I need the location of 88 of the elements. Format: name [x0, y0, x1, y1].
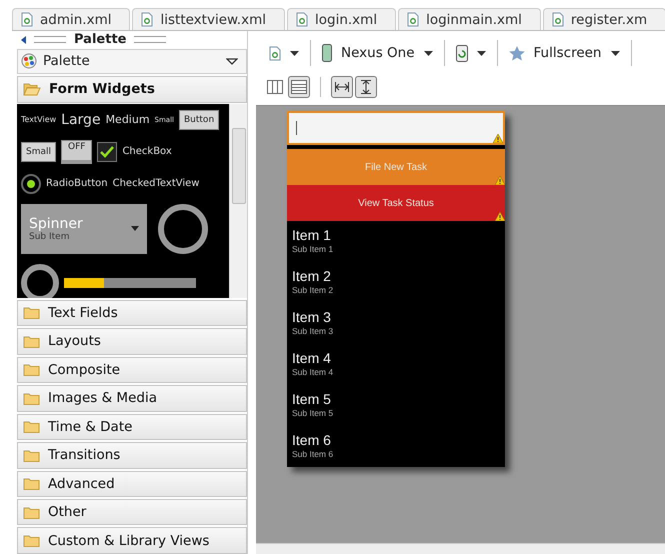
toggle-button-widget[interactable]: OFF: [61, 140, 92, 164]
file-icon: [269, 46, 281, 60]
warning-icon: [495, 212, 505, 221]
file-icon: [141, 12, 154, 27]
editor-tab[interactable]: admin.xml: [12, 8, 130, 30]
folder-icon: [23, 334, 40, 348]
dropdown-value: Palette: [43, 53, 90, 70]
palette-title: Palette: [74, 32, 126, 48]
editor-tab[interactable]: login.xml: [287, 8, 396, 30]
small-button-widget[interactable]: Small: [21, 142, 56, 162]
list-item-subtitle: Sub Item 4: [292, 367, 334, 377]
list-item-subtitle: Sub Item 5: [292, 408, 334, 418]
list-item-title[interactable]: Item 6: [292, 432, 500, 448]
palette-icon: [21, 53, 37, 70]
phone-icon: [322, 44, 332, 62]
text-view-sample[interactable]: Medium: [106, 113, 150, 126]
text-view-sample[interactable]: Large: [61, 112, 101, 128]
spinner-widget[interactable]: Spinner Sub Item: [21, 204, 147, 254]
warning-icon: [493, 134, 503, 143]
rotate-icon: [456, 44, 468, 62]
folder-icon: [23, 477, 40, 490]
device-dropdown[interactable]: Nexus One: [319, 40, 436, 66]
collapse-icon[interactable]: [21, 36, 26, 44]
palette-category[interactable]: Advanced: [17, 470, 247, 497]
folder-icon: [23, 363, 40, 376]
open-folder-icon: [23, 82, 41, 96]
list-item-subtitle: Sub Item 1: [292, 244, 334, 254]
scrollbar[interactable]: [229, 104, 247, 298]
progress-ring: [158, 204, 208, 254]
list-item-title[interactable]: Item 5: [292, 391, 500, 407]
caret-icon: [610, 50, 620, 56]
button-widget[interactable]: Button: [179, 110, 220, 130]
folder-icon: [23, 534, 40, 548]
caret-icon: [290, 50, 299, 56]
file-icon: [21, 12, 33, 27]
folder-icon: [23, 420, 40, 434]
columns-icon: [267, 80, 283, 94]
palette-category[interactable]: Time & Date: [17, 414, 247, 440]
palette-category[interactable]: Transitions: [17, 442, 247, 469]
text-view-sample[interactable]: TextView: [21, 115, 56, 124]
file-icon: [296, 12, 308, 27]
dropdown-arrow-icon: [226, 58, 238, 65]
caret-icon: [131, 226, 139, 231]
list-item-title[interactable]: Item 1: [292, 227, 500, 243]
palette-category[interactable]: Layouts: [17, 328, 247, 355]
editor-tab[interactable]: loginmain.xml: [398, 8, 541, 30]
list-item-subtitle: Sub Item 6: [292, 449, 334, 459]
palette-category[interactable]: Images & Media: [17, 385, 247, 412]
text-input-field[interactable]: [287, 111, 505, 145]
fit-width-button[interactable]: [331, 76, 353, 98]
palette-category[interactable]: Text Fields: [17, 300, 247, 326]
vertical-arrows-icon: [361, 80, 371, 94]
folder-icon: [23, 448, 40, 462]
palette-dropdown[interactable]: Palette: [17, 48, 247, 74]
palette-category[interactable]: Composite: [17, 356, 247, 384]
horizontal-scrollbar[interactable]: [256, 543, 665, 554]
rows-icon: [291, 80, 307, 94]
list-item-title[interactable]: Item 2: [292, 268, 500, 284]
layout-mode-button[interactable]: [288, 76, 310, 98]
warning-icon: [495, 176, 505, 185]
folder-icon: [23, 392, 40, 405]
folder-icon: [23, 306, 40, 320]
list-item-subtitle: Sub Item 3: [292, 326, 334, 336]
folder-icon: [23, 506, 40, 519]
list-item-title[interactable]: Item 4: [292, 350, 500, 366]
theme-dropdown[interactable]: Fullscreen: [506, 41, 622, 65]
grip-icon: [34, 36, 66, 44]
grip-icon: [134, 36, 166, 44]
list-item-subtitle: Sub Item 2: [292, 285, 334, 295]
list-item-title[interactable]: Item 3: [292, 309, 500, 325]
fit-height-button[interactable]: [355, 76, 377, 98]
caret-icon: [476, 50, 486, 56]
checkbox-label: CheckBox: [122, 146, 172, 158]
caret-icon: [424, 50, 433, 56]
checked-text-view-sample[interactable]: CheckedTextView: [112, 178, 200, 190]
horizontal-arrows-icon: [335, 82, 349, 92]
radio-button-widget[interactable]: [21, 174, 41, 194]
palette-category[interactable]: Other: [17, 499, 247, 526]
file-icon: [552, 12, 564, 27]
checkbox-widget[interactable]: [97, 142, 118, 162]
app-button[interactable]: View Task Status: [287, 185, 505, 221]
file-icon: [407, 12, 420, 27]
star-icon: [508, 46, 525, 60]
editor-tab[interactable]: listtextview.xml: [132, 8, 285, 30]
editor-tab[interactable]: register.xm: [542, 8, 665, 30]
radio-label: RadioButton: [46, 178, 108, 190]
palette-category[interactable]: Custom & Library Views: [17, 527, 247, 554]
palette-category[interactable]: Form Widgets: [17, 76, 247, 103]
